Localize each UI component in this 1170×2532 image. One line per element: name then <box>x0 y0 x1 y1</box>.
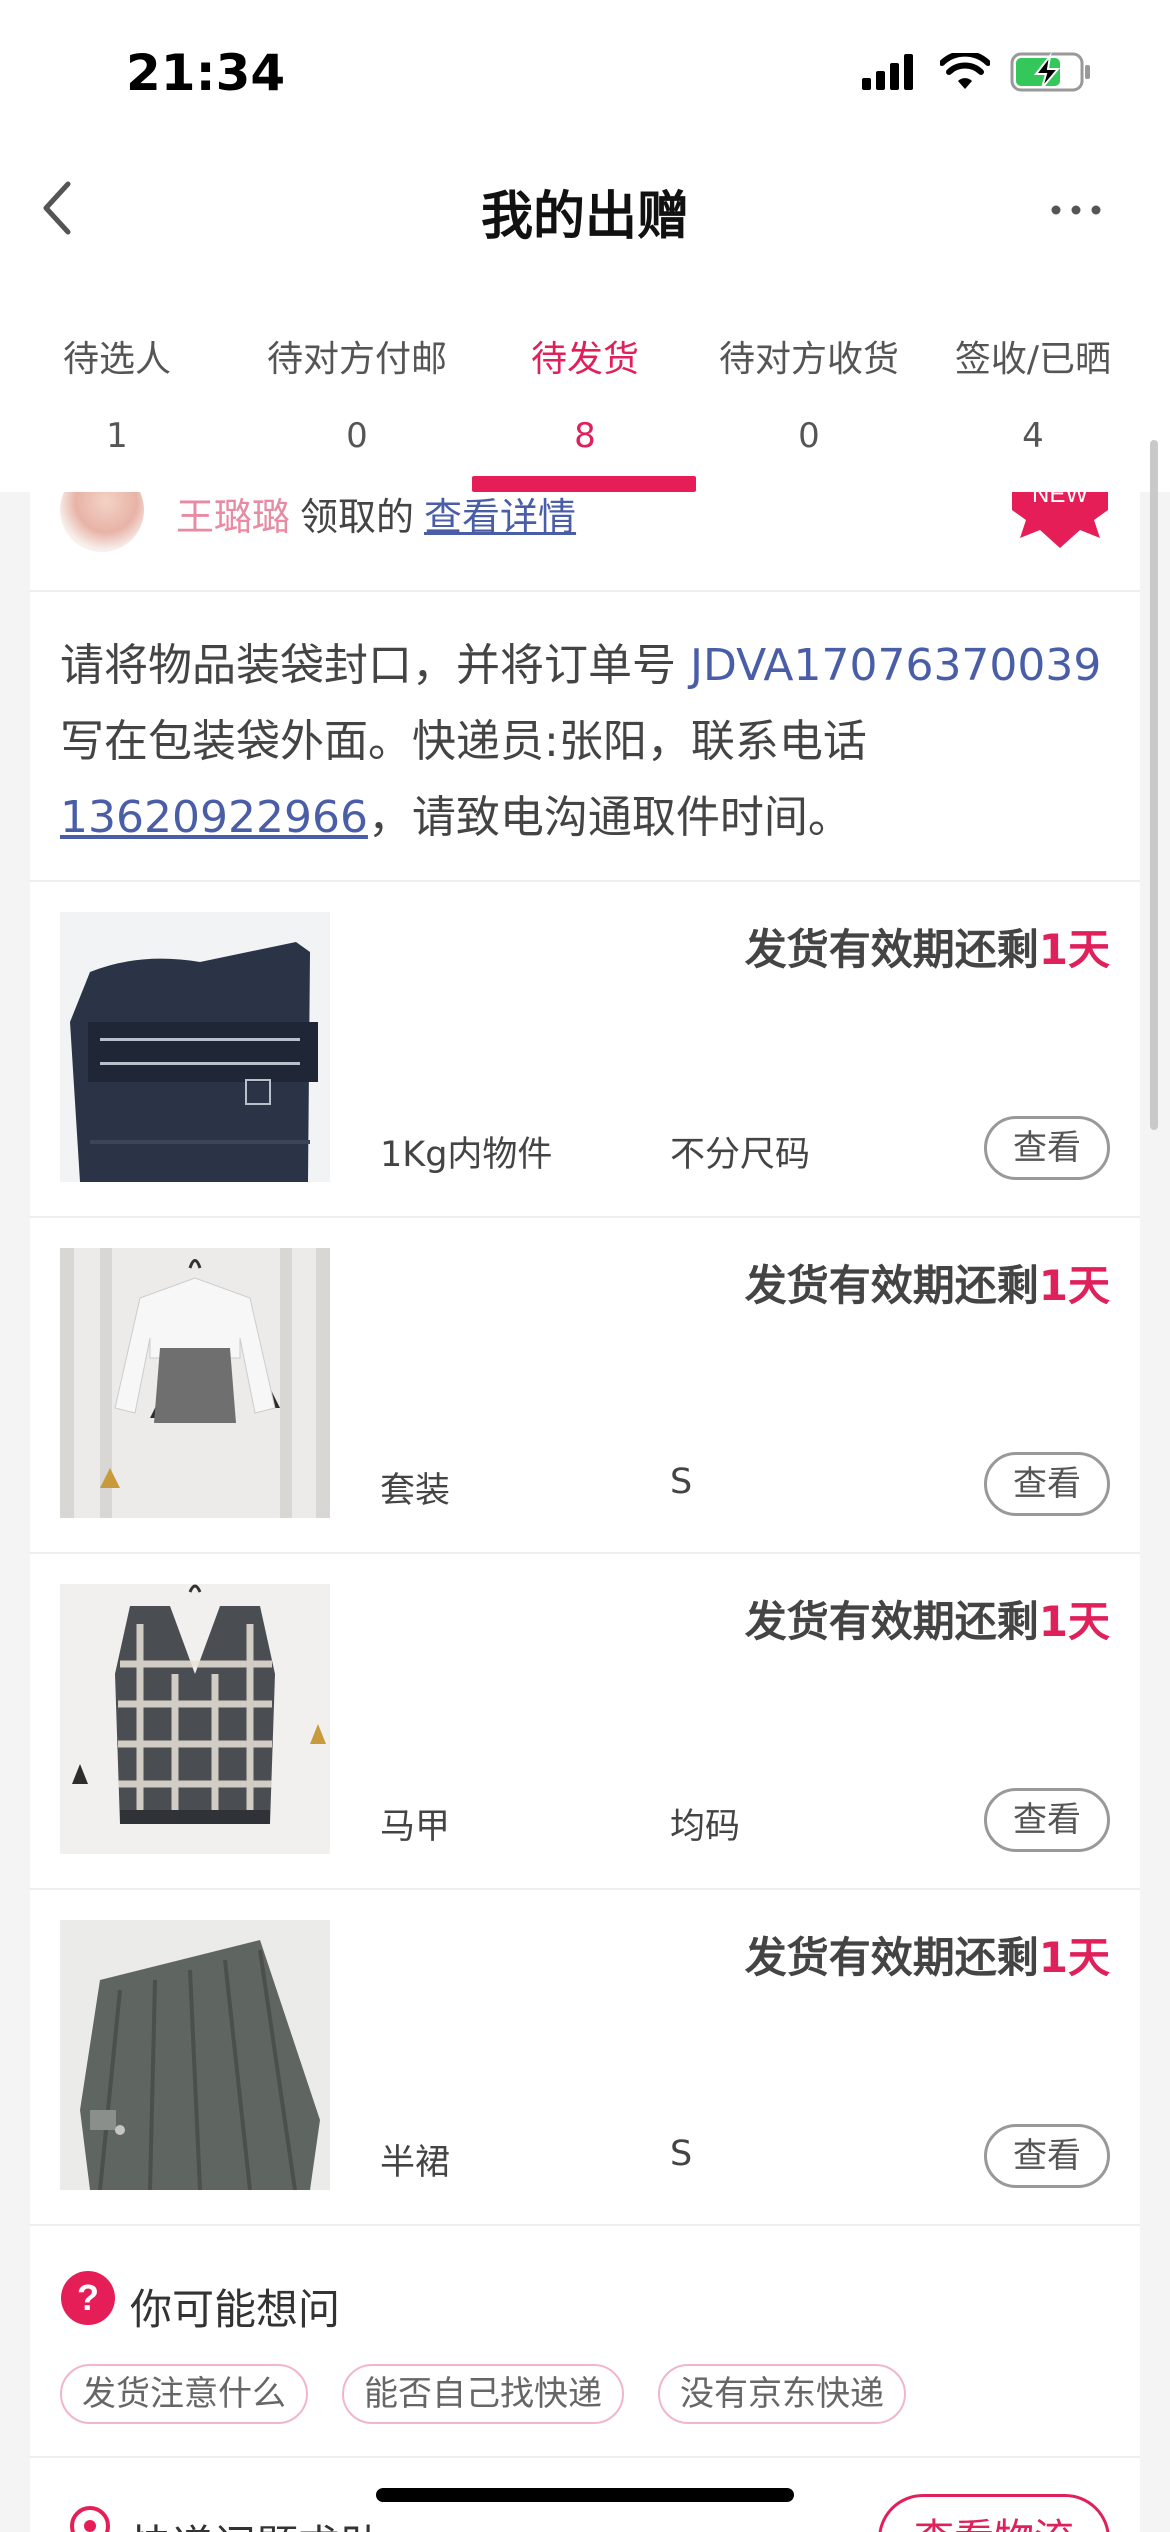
cardigan-set-photo[interactable] <box>60 1248 330 1518</box>
faq-chip[interactable]: 发货注意什么 <box>60 2364 308 2424</box>
list-item[interactable]: 发货有效期还剩1天 1Kg内物件 不分尺码 查看 <box>30 882 1140 1218</box>
deadline-value: 1天 <box>1038 1933 1110 1982</box>
notice-text: 写在包装袋外面。快递员:张阳，联系电话 <box>60 716 867 767</box>
view-button[interactable]: 查看 <box>984 1788 1110 1852</box>
pleated-skirt-photo[interactable] <box>60 1920 330 2190</box>
tab-count: 4 <box>1022 416 1044 456</box>
deadline-prefix: 发货有效期还剩 <box>744 925 1039 974</box>
scrollbar[interactable] <box>1150 440 1158 1130</box>
view-button[interactable]: 查看 <box>984 1452 1110 1516</box>
deadline-value: 1天 <box>1038 925 1110 974</box>
more-icon[interactable] <box>1046 180 1106 240</box>
deadline-prefix: 发货有效期还剩 <box>744 1933 1039 1982</box>
view-logistics-button[interactable]: 查看物流 <box>878 2494 1110 2532</box>
active-tab-indicator <box>472 476 696 492</box>
status-tabs: 待选人 1 待对方付邮 0 待发货 8 待对方收货 0 签收/已晒 4 <box>0 270 1170 492</box>
item-size: 均码 <box>670 1807 741 1847</box>
tab-label: 待选人 <box>62 339 171 380</box>
order-number[interactable]: JDVA17076370039 <box>690 640 1101 691</box>
tab-count: 0 <box>346 416 368 456</box>
tab-pending-select[interactable]: 待选人 1 <box>0 270 234 492</box>
page-title: 我的出赠 <box>480 187 689 247</box>
status-time: 21:34 <box>126 44 286 102</box>
question-icon: ? <box>61 2271 115 2325</box>
item-name: 半裙 <box>380 2143 451 2183</box>
new-badge-icon: NEW <box>1012 492 1108 548</box>
view-button[interactable]: 查看 <box>984 2124 1110 2188</box>
courier-help-label[interactable]: 快递问题求助 <box>130 2512 382 2532</box>
recipient-name[interactable]: 王璐璐 <box>176 495 290 539</box>
tab-label: 待对方收货 <box>718 339 899 380</box>
status-icons <box>862 52 1092 92</box>
deadline-text: 发货有效期还剩1天 <box>745 916 1110 977</box>
tab-label: 签收/已晒 <box>954 339 1112 380</box>
tab-label: 待对方付邮 <box>266 339 447 380</box>
item-size: S <box>670 1462 693 1502</box>
avatar[interactable] <box>60 492 144 552</box>
tab-pending-shipment[interactable]: 待发货 8 <box>468 270 702 492</box>
list-item[interactable]: 发货有效期还剩1天 半裙 S 查看 <box>30 1890 1140 2226</box>
view-button[interactable]: 查看 <box>984 1116 1110 1180</box>
waist-trainer-photo[interactable] <box>60 912 330 1182</box>
deadline-text: 发货有效期还剩1天 <box>745 1588 1110 1649</box>
deadline-value: 1天 <box>1038 1261 1110 1310</box>
faq-chip[interactable]: 没有京东快递 <box>658 2364 906 2424</box>
taken-text: 领取的 <box>300 495 415 539</box>
item-name: 马甲 <box>380 1807 451 1847</box>
tab-signed-shared[interactable]: 签收/已晒 4 <box>916 270 1150 492</box>
svg-text:?: ? <box>77 2277 99 2318</box>
plaid-vest-photo[interactable] <box>60 1584 330 1854</box>
order-card: 王璐璐 领取的 查看详情 NEW 请将物品装袋封口，并将订单号 JDVA170763… <box>30 492 1140 2532</box>
tab-label: 待发货 <box>530 339 639 380</box>
wifi-icon <box>940 53 990 89</box>
location-pin-icon <box>70 2506 110 2532</box>
cellular-signal-icon <box>862 54 913 90</box>
tab-count: 1 <box>106 416 128 456</box>
home-indicator <box>376 2488 794 2502</box>
view-detail-link[interactable]: 查看详情 <box>424 495 576 539</box>
shipping-notice: 请将物品装袋封口，并将订单号 JDVA17076370039 写在包装袋外面。快… <box>30 592 1140 882</box>
new-badge-text: NEW <box>1032 492 1088 508</box>
faq-title: 你可能想问 <box>130 2285 341 2334</box>
nav-bar: 我的出赠 <box>0 150 1170 270</box>
list-item[interactable]: 发货有效期还剩1天 套装 S 查看 <box>30 1218 1140 1554</box>
list-item[interactable]: 发货有效期还剩1天 马甲 均码 查看 <box>30 1554 1140 1890</box>
item-name: 1Kg内物件 <box>380 1135 553 1175</box>
deadline-text: 发货有效期还剩1天 <box>745 1252 1110 1313</box>
notice-text: 请将物品装袋封口，并将订单号 <box>60 640 690 691</box>
tab-count: 8 <box>574 416 596 456</box>
item-size: 不分尺码 <box>670 1135 811 1175</box>
item-size: S <box>670 2134 693 2174</box>
courier-phone-link[interactable]: 13620922966 <box>60 792 368 843</box>
recipient-row: 王璐璐 领取的 查看详情 NEW <box>30 492 1140 592</box>
notice-text: ，请致电沟通取件时间。 <box>367 792 852 843</box>
battery-charging-icon <box>1010 52 1090 92</box>
deadline-prefix: 发货有效期还剩 <box>744 1597 1039 1646</box>
deadline-value: 1天 <box>1038 1597 1110 1646</box>
deadline-text: 发货有效期还剩1天 <box>745 1924 1110 1985</box>
deadline-prefix: 发货有效期还剩 <box>744 1261 1039 1310</box>
tab-pending-postage[interactable]: 待对方付邮 0 <box>240 270 474 492</box>
order-list[interactable]: 王璐璐 领取的 查看详情 NEW 请将物品装袋封口，并将订单号 JDVA170763… <box>30 492 1140 2532</box>
recipient-line: 王璐璐 领取的 查看详情 <box>176 492 576 541</box>
tab-count: 0 <box>798 416 820 456</box>
faq-section: ? 你可能想问 发货注意什么 能否自己找快递 没有京东快递 <box>30 2226 1140 2458</box>
item-name: 套装 <box>380 1471 451 1511</box>
faq-chip[interactable]: 能否自己找快递 <box>342 2364 624 2424</box>
tab-pending-receipt[interactable]: 待对方收货 0 <box>692 270 926 492</box>
faq-chips: 发货注意什么 能否自己找快递 没有京东快递 <box>60 2364 906 2424</box>
status-bar: 21:34 <box>0 0 1170 150</box>
